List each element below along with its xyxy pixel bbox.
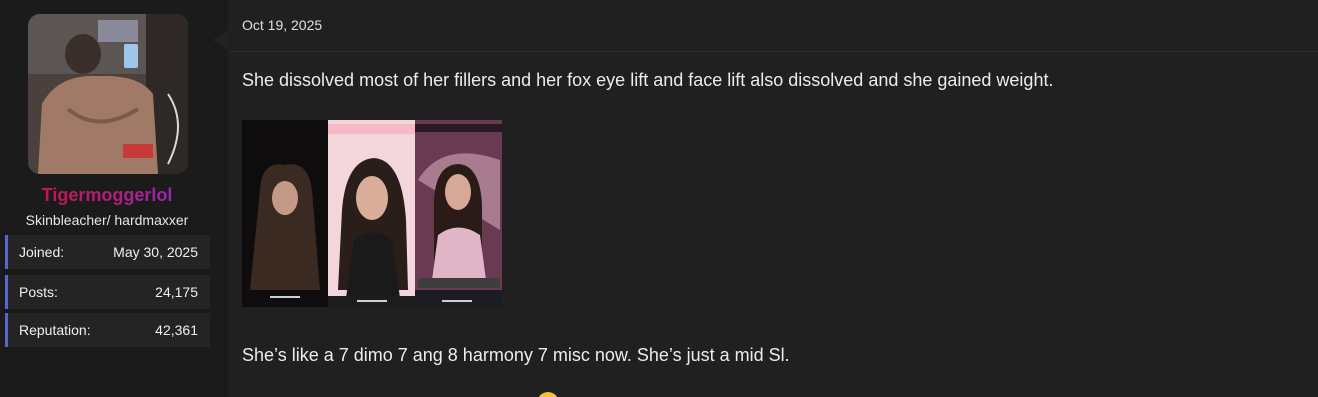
post-body: Oct 19, 2025 She dissolved most of her f… — [228, 0, 1318, 397]
post-pointer-arrow — [212, 30, 228, 50]
attached-image[interactable] — [242, 120, 502, 307]
photo-collage-image — [242, 120, 502, 307]
stat-value: May 30, 2025 — [113, 244, 198, 260]
username-link[interactable]: Tigermoggerlol — [0, 185, 214, 206]
stat-posts: Posts: 24,175 — [5, 275, 210, 309]
avatar-photo — [28, 14, 188, 174]
user-avatar[interactable] — [28, 14, 188, 174]
post-paragraph: She dissolved most of her fillers and he… — [242, 70, 1054, 90]
smiley-emoji-icon — [537, 392, 559, 397]
post-header-divider — [228, 51, 1318, 52]
stat-label: Posts: — [19, 284, 58, 300]
post-date-link[interactable]: Oct 19, 2025 — [242, 17, 322, 33]
stat-joined: Joined: May 30, 2025 — [5, 235, 210, 269]
stat-label: Reputation: — [19, 322, 91, 338]
user-title: Skinbleacher/ hardmaxxer — [25, 212, 189, 228]
user-sidebar: Tigermoggerlol Skinbleacher/ hardmaxxer … — [0, 0, 228, 397]
stat-value: 24,175 — [155, 284, 198, 300]
stat-label: Joined: — [19, 244, 65, 260]
post-paragraph: She’s like a 7 dimo 7 ang 8 harmony 7 mi… — [242, 345, 790, 365]
stat-value: 42,361 — [155, 322, 198, 338]
stat-reputation: Reputation: 42,361 — [5, 313, 210, 347]
